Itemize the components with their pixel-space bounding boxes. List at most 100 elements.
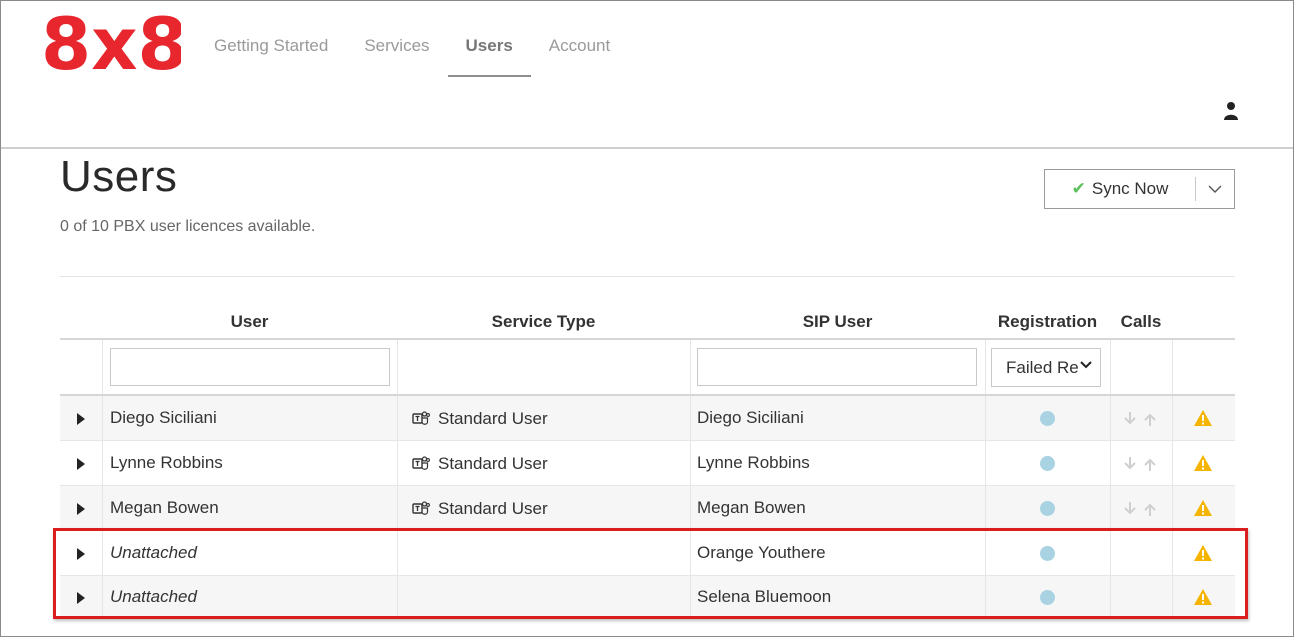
sip-user-name: Megan Bowen <box>697 498 806 517</box>
users-table: User Service Type SIP User Registration … <box>60 298 1235 619</box>
column-divider <box>102 531 103 575</box>
column-divider <box>690 441 691 485</box>
licence-summary: 0 of 10 PBX user licences available. <box>60 218 316 235</box>
column-header-registration[interactable]: Registration <box>985 312 1110 332</box>
column-divider <box>1110 486 1111 530</box>
nav-tab-services[interactable]: Services <box>346 1 447 77</box>
user-name: Unattached <box>110 543 197 562</box>
column-divider <box>690 340 691 394</box>
column-header-calls[interactable]: Calls <box>1110 312 1172 332</box>
column-divider <box>397 576 398 618</box>
chevron-down-icon <box>1080 361 1092 369</box>
expand-caret-icon[interactable] <box>77 413 85 425</box>
registration-status-dot <box>1040 546 1055 561</box>
chevron-down-icon <box>1208 185 1222 193</box>
column-divider <box>985 486 986 530</box>
column-divider <box>690 576 691 618</box>
user-filter-input[interactable] <box>110 348 390 386</box>
main-nav: Getting Started Services Users Account <box>196 1 628 77</box>
service-type-label: Standard User <box>438 454 548 473</box>
column-divider <box>1172 576 1173 618</box>
service-type: Standard User <box>412 499 548 519</box>
nav-tab-getting-started[interactable]: Getting Started <box>196 1 346 77</box>
expand-caret-icon[interactable] <box>77 458 85 470</box>
table-header: User Service Type SIP User Registration … <box>60 298 1235 340</box>
sip-user-filter-input[interactable] <box>697 348 977 386</box>
table-row[interactable]: Megan Bowen Standard User Megan Bowen <box>60 486 1235 531</box>
column-divider <box>1110 576 1111 618</box>
sip-user-name: Orange Youthere <box>697 543 826 562</box>
top-header: 8x8 Getting Started Services Users Accou… <box>1 1 1293 149</box>
column-divider <box>985 576 986 618</box>
calls-arrows-icon <box>1124 457 1156 471</box>
column-divider <box>397 531 398 575</box>
sync-now-button[interactable]: ✔ Sync Now <box>1045 170 1195 208</box>
nav-tab-account[interactable]: Account <box>531 1 628 77</box>
column-divider <box>1110 531 1111 575</box>
column-divider <box>397 396 398 440</box>
column-divider <box>1172 340 1173 394</box>
teams-icon <box>412 501 430 515</box>
column-divider <box>1110 340 1111 394</box>
expand-caret-icon[interactable] <box>77 548 85 560</box>
nav-tab-users[interactable]: Users <box>447 1 532 77</box>
user-icon[interactable] <box>1223 101 1239 121</box>
column-divider <box>1110 441 1111 485</box>
column-header-user[interactable]: User <box>102 312 397 332</box>
service-type-label: Standard User <box>438 409 548 428</box>
registration-status-dot <box>1040 501 1055 516</box>
column-divider <box>690 531 691 575</box>
sync-button-group: ✔ Sync Now <box>1044 169 1235 209</box>
user-name: Unattached <box>110 587 197 606</box>
logo-8x8[interactable]: 8x8 <box>41 3 181 81</box>
column-divider <box>1172 441 1173 485</box>
warning-icon[interactable] <box>1193 454 1213 472</box>
column-divider <box>102 340 103 394</box>
user-name: Megan Bowen <box>110 498 219 517</box>
column-divider <box>397 486 398 530</box>
column-divider <box>102 486 103 530</box>
registration-status-dot <box>1040 590 1055 605</box>
table-row[interactable]: Lynne Robbins Standard User Lynne Robbin… <box>60 441 1235 486</box>
registration-status-dot <box>1040 456 1055 471</box>
sip-user-name: Lynne Robbins <box>697 453 810 472</box>
teams-icon <box>412 456 430 470</box>
table-row[interactable]: Diego Siciliani Standard User Diego Sici… <box>60 396 1235 441</box>
table-row[interactable]: Unattached Orange Youthere <box>60 531 1235 576</box>
warning-icon[interactable] <box>1193 409 1213 427</box>
service-type: Standard User <box>412 409 548 429</box>
column-header-sip-user[interactable]: SIP User <box>690 312 985 332</box>
column-divider <box>690 396 691 440</box>
column-header-service-type[interactable]: Service Type <box>397 312 690 332</box>
column-divider <box>985 396 986 440</box>
warning-icon[interactable] <box>1193 499 1213 517</box>
column-divider <box>102 441 103 485</box>
column-divider <box>985 340 986 394</box>
service-type-label: Standard User <box>438 499 548 518</box>
column-divider <box>985 531 986 575</box>
section-divider <box>60 276 1235 277</box>
user-name: Lynne Robbins <box>110 453 223 472</box>
column-divider <box>1172 531 1173 575</box>
calls-arrows-icon <box>1124 412 1156 426</box>
column-divider <box>397 340 398 394</box>
warning-icon[interactable] <box>1193 544 1213 562</box>
warning-icon[interactable] <box>1193 588 1213 606</box>
service-type: Standard User <box>412 454 548 474</box>
table-row[interactable]: Unattached Selena Bluemoon <box>60 576 1235 619</box>
expand-caret-icon[interactable] <box>77 503 85 515</box>
expand-caret-icon[interactable] <box>77 592 85 604</box>
sip-user-name: Selena Bluemoon <box>697 587 832 606</box>
check-icon: ✔ <box>1071 179 1086 198</box>
column-divider <box>102 396 103 440</box>
user-name: Diego Siciliani <box>110 408 217 427</box>
sip-user-name: Diego Siciliani <box>697 408 804 427</box>
filter-row: Failed Re <box>60 340 1235 396</box>
column-divider <box>1172 396 1173 440</box>
column-divider <box>1172 486 1173 530</box>
teams-icon <box>412 411 430 425</box>
logo-text: 8x8 <box>41 3 181 81</box>
sync-dropdown-toggle[interactable] <box>1196 170 1234 208</box>
registration-filter-select[interactable]: Failed Re <box>991 348 1101 387</box>
registration-filter-value: Failed Re <box>1006 357 1079 377</box>
